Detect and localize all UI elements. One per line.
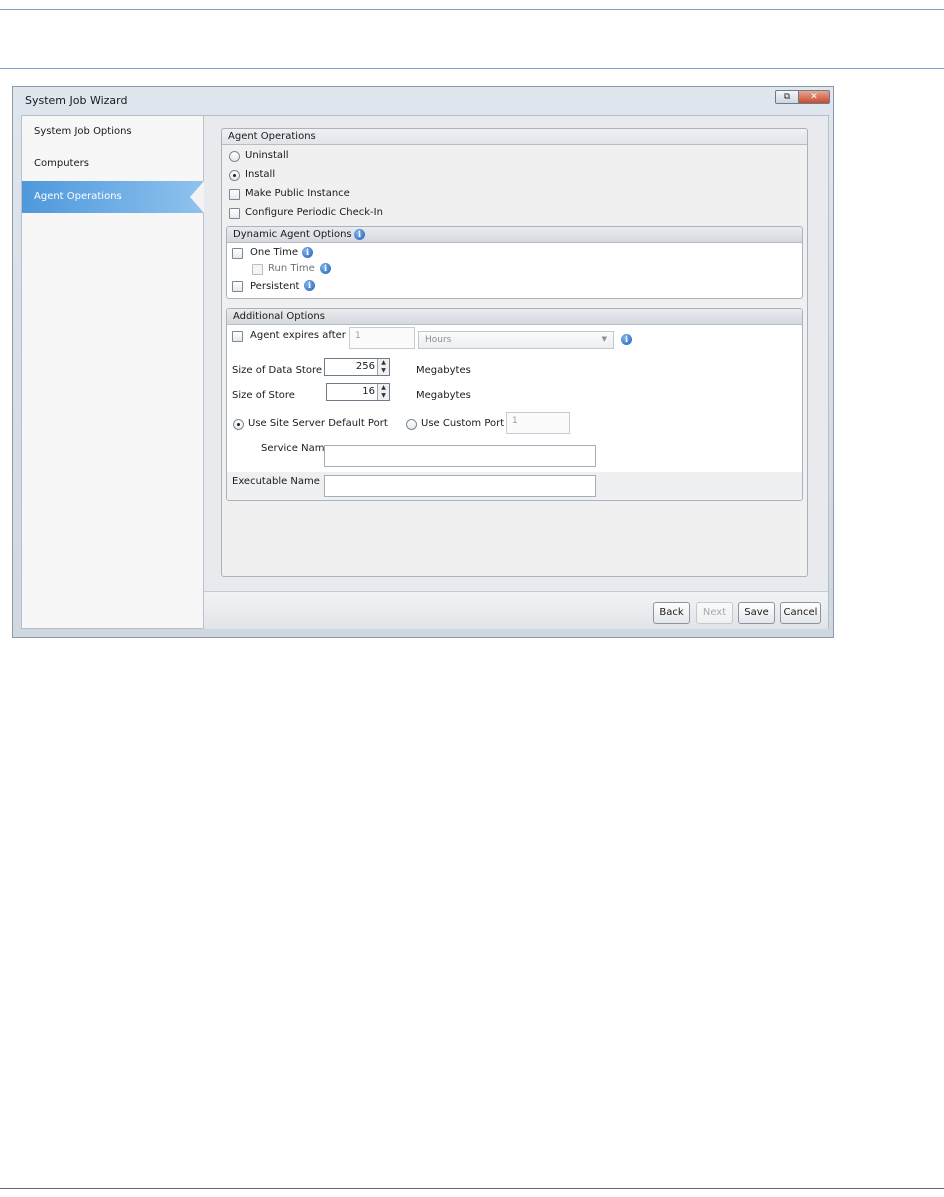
dynamic-agent-options-group: Dynamic Agent Options i One Time i Run T… xyxy=(226,226,803,299)
one-time-info-icon[interactable]: i xyxy=(302,247,313,258)
store-unit-label: Megabytes xyxy=(416,390,471,401)
agent-expires-label: Agent expires after xyxy=(250,330,346,341)
sidebar-item-system-job-options[interactable]: System Job Options xyxy=(22,116,203,148)
expires-unit-dropdown[interactable]: Hours ▼ xyxy=(418,331,614,349)
cancel-button[interactable]: Cancel xyxy=(780,602,821,624)
store-size-value: 16 xyxy=(362,386,375,397)
executable-name-label: Executable Name xyxy=(232,476,320,487)
dynamic-agent-options-header: Dynamic Agent Options xyxy=(227,227,802,243)
data-store-size-stepper[interactable]: 256 ▲ ▼ xyxy=(324,358,390,376)
custom-port-radio[interactable] xyxy=(406,419,417,430)
save-button[interactable]: Save xyxy=(738,602,775,624)
header-rule xyxy=(0,68,944,69)
chevron-down-icon: ▼ xyxy=(601,335,607,343)
dynamic-agent-options-title: Dynamic Agent Options xyxy=(233,229,352,240)
custom-port-label: Use Custom Port xyxy=(421,418,505,429)
persistent-info-icon[interactable]: i xyxy=(304,280,315,291)
agent-operations-panel: Agent Operations Uninstall Install Make … xyxy=(221,128,808,577)
close-icon[interactable]: ✕ xyxy=(798,90,830,104)
window-title: System Job Wizard xyxy=(25,94,128,107)
uninstall-radio[interactable] xyxy=(229,151,240,162)
restore-icon[interactable]: ⧉ xyxy=(775,90,799,104)
wizard-footer: Back Next Save Cancel xyxy=(204,591,828,629)
spin-up-icon[interactable]: ▲ xyxy=(378,384,389,392)
back-button[interactable]: Back xyxy=(653,602,690,624)
bottom-rule xyxy=(0,1188,944,1189)
custom-port-input[interactable]: 1 xyxy=(506,412,570,434)
data-store-spin-arrows[interactable]: ▲ ▼ xyxy=(377,359,389,375)
executable-name-input[interactable] xyxy=(324,475,596,497)
sidebar-item-agent-operations[interactable]: Agent Operations xyxy=(22,181,203,213)
run-time-checkbox xyxy=(252,264,263,275)
make-public-instance-checkbox[interactable] xyxy=(229,189,240,200)
one-time-checkbox[interactable] xyxy=(232,248,243,259)
additional-options-group: Additional Options Agent expires after 1… xyxy=(226,308,803,501)
agent-operations-section: Agent Operations Uninstall Install Make … xyxy=(222,129,807,561)
run-time-label: Run Time xyxy=(268,263,315,274)
periodic-checkin-checkbox[interactable] xyxy=(229,208,240,219)
expires-unit-value: Hours xyxy=(425,335,452,345)
uninstall-label: Uninstall xyxy=(245,150,289,161)
sidebar-item-computers[interactable]: Computers xyxy=(22,148,203,180)
store-spin-arrows[interactable]: ▲ ▼ xyxy=(377,384,389,400)
make-public-instance-label: Make Public Instance xyxy=(245,188,350,199)
run-time-info-icon[interactable]: i xyxy=(320,263,331,274)
system-job-wizard-window: System Job Wizard ⧉ ✕ System Job Options… xyxy=(12,86,834,638)
spin-down-icon[interactable]: ▼ xyxy=(378,392,389,400)
default-port-radio[interactable] xyxy=(233,419,244,430)
store-size-stepper[interactable]: 16 ▲ ▼ xyxy=(326,383,390,401)
spin-up-icon[interactable]: ▲ xyxy=(378,359,389,367)
periodic-checkin-label: Configure Periodic Check-In xyxy=(245,207,383,218)
data-store-size-label: Size of Data Store xyxy=(232,365,323,376)
service-name-input[interactable] xyxy=(324,445,596,467)
wizard-body: System Job Options Computers Agent Opera… xyxy=(21,115,829,629)
data-store-unit-label: Megabytes xyxy=(416,365,471,376)
spin-down-icon[interactable]: ▼ xyxy=(378,367,389,375)
install-label: Install xyxy=(245,169,276,180)
additional-options-header: Additional Options xyxy=(227,309,802,325)
agent-expires-checkbox[interactable] xyxy=(232,331,243,342)
default-port-label: Use Site Server Default Port xyxy=(248,418,388,429)
agent-operations-header: Agent Operations xyxy=(222,129,807,145)
wizard-content: Agent Operations Uninstall Install Make … xyxy=(204,116,828,591)
agent-expires-info-icon[interactable]: i xyxy=(621,334,632,345)
persistent-label: Persistent xyxy=(250,281,300,292)
service-name-label: Service Name xyxy=(261,443,331,454)
one-time-label: One Time xyxy=(250,247,299,258)
data-store-size-value: 256 xyxy=(355,361,375,372)
agent-expires-value-input[interactable]: 1 xyxy=(349,327,415,349)
active-step-pointer xyxy=(190,181,204,213)
install-radio[interactable] xyxy=(229,170,240,181)
wizard-sidebar: System Job Options Computers Agent Opera… xyxy=(22,116,204,628)
next-button[interactable]: Next xyxy=(696,602,733,624)
store-size-label: Size of Store xyxy=(232,390,295,401)
persistent-checkbox[interactable] xyxy=(232,281,243,292)
top-rule xyxy=(0,9,944,10)
dynamic-agent-options-info-icon[interactable]: i xyxy=(354,229,365,240)
